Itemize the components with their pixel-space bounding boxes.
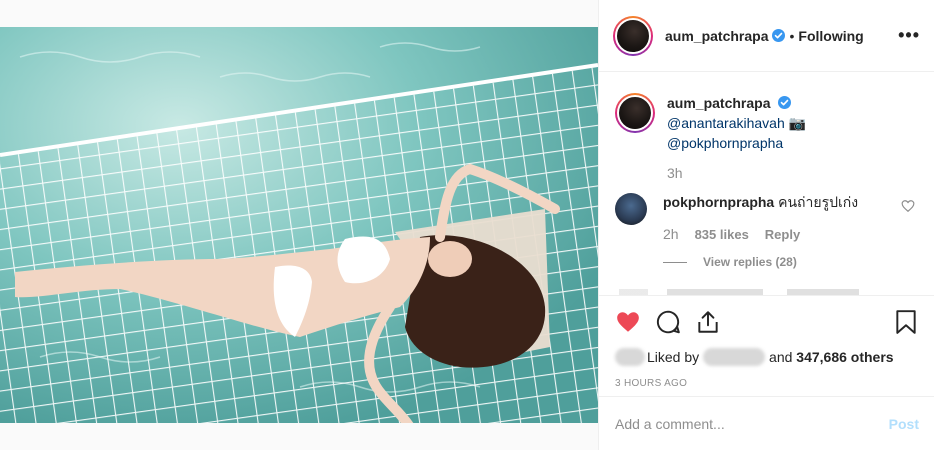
verified-badge-icon — [772, 29, 786, 42]
commenter-avatar[interactable] — [615, 193, 647, 225]
comment-time[interactable]: 2h — [663, 225, 679, 243]
following-button[interactable]: Following — [798, 28, 863, 44]
comment-like-heart-icon[interactable] — [901, 199, 915, 213]
comment-input[interactable] — [615, 415, 889, 432]
comment-bubble-icon[interactable] — [655, 309, 681, 335]
likes-summary: Liked by and 347,686 others — [615, 348, 919, 366]
comment-body: pokphornprapha คนถ่ายรูปเก่ง 2h 835 like… — [663, 193, 893, 244]
post-timestamp[interactable]: 3 HOURS AGO — [615, 378, 919, 389]
comment-reply-button[interactable]: Reply — [765, 226, 800, 244]
action-icons — [615, 306, 919, 338]
author-avatar[interactable] — [613, 15, 653, 56]
post-photo[interactable] — [0, 27, 598, 423]
post-side-panel: aum_patchrapa • Following ••• aum_patchr… — [598, 0, 934, 450]
more-options-icon[interactable]: ••• — [898, 25, 920, 46]
caption-mention-pokphornprapha[interactable]: @pokphornprapha — [667, 135, 783, 151]
liker-name-blurred[interactable] — [703, 348, 766, 366]
liked-by-label: Liked by — [647, 349, 700, 365]
commenter-username[interactable]: pokphornprapha — [663, 194, 774, 210]
comments-list[interactable]: aum_patchrapa @anantarakihavah 📷 @pokpho… — [599, 73, 934, 295]
comment-likes[interactable]: 835 likes — [695, 226, 749, 244]
and-label: and — [769, 349, 793, 365]
share-icon[interactable] — [695, 309, 721, 335]
save-bookmark-icon[interactable] — [893, 309, 919, 335]
verified-badge-icon — [778, 96, 792, 109]
instagram-post-view: aum_patchrapa • Following ••• aum_patchr… — [0, 0, 934, 450]
post-actions: Liked by and 347,686 others 3 HOURS AGO — [599, 295, 934, 389]
add-comment-bar: Post — [599, 396, 934, 450]
caption-mention-anantarakihavah[interactable]: @anantarakihavah — [667, 115, 785, 131]
caption-avatar[interactable] — [615, 93, 655, 133]
caption-username[interactable]: aum_patchrapa — [667, 95, 770, 111]
replies-line — [663, 261, 687, 263]
camera-emoji-icon: 📷 — [788, 115, 807, 131]
comment-item: pokphornprapha คนถ่ายรูปเก่ง 2h 835 like… — [615, 193, 919, 244]
caption-time[interactable]: 3h — [667, 163, 806, 183]
author-username[interactable]: aum_patchrapa — [665, 28, 768, 44]
comment-text: คนถ่ายรูปเก่ง — [778, 194, 859, 210]
comment-meta: 2h 835 likes Reply — [663, 225, 893, 244]
caption-text: aum_patchrapa @anantarakihavah 📷 @pokpho… — [667, 93, 806, 183]
separator-dot: • — [789, 27, 795, 44]
likes-count-others[interactable]: 347,686 others — [796, 349, 893, 365]
post-header: aum_patchrapa • Following ••• — [599, 0, 934, 72]
caption: aum_patchrapa @anantarakihavah 📷 @pokpho… — [615, 93, 919, 183]
view-replies-label: View replies (28) — [703, 255, 797, 269]
photo-illustration — [0, 27, 598, 423]
liker-avatar-blurred — [615, 348, 645, 366]
view-replies-button[interactable]: View replies (28) — [663, 255, 919, 269]
post-comment-button[interactable]: Post — [889, 416, 919, 432]
like-heart-icon[interactable] — [615, 309, 641, 335]
